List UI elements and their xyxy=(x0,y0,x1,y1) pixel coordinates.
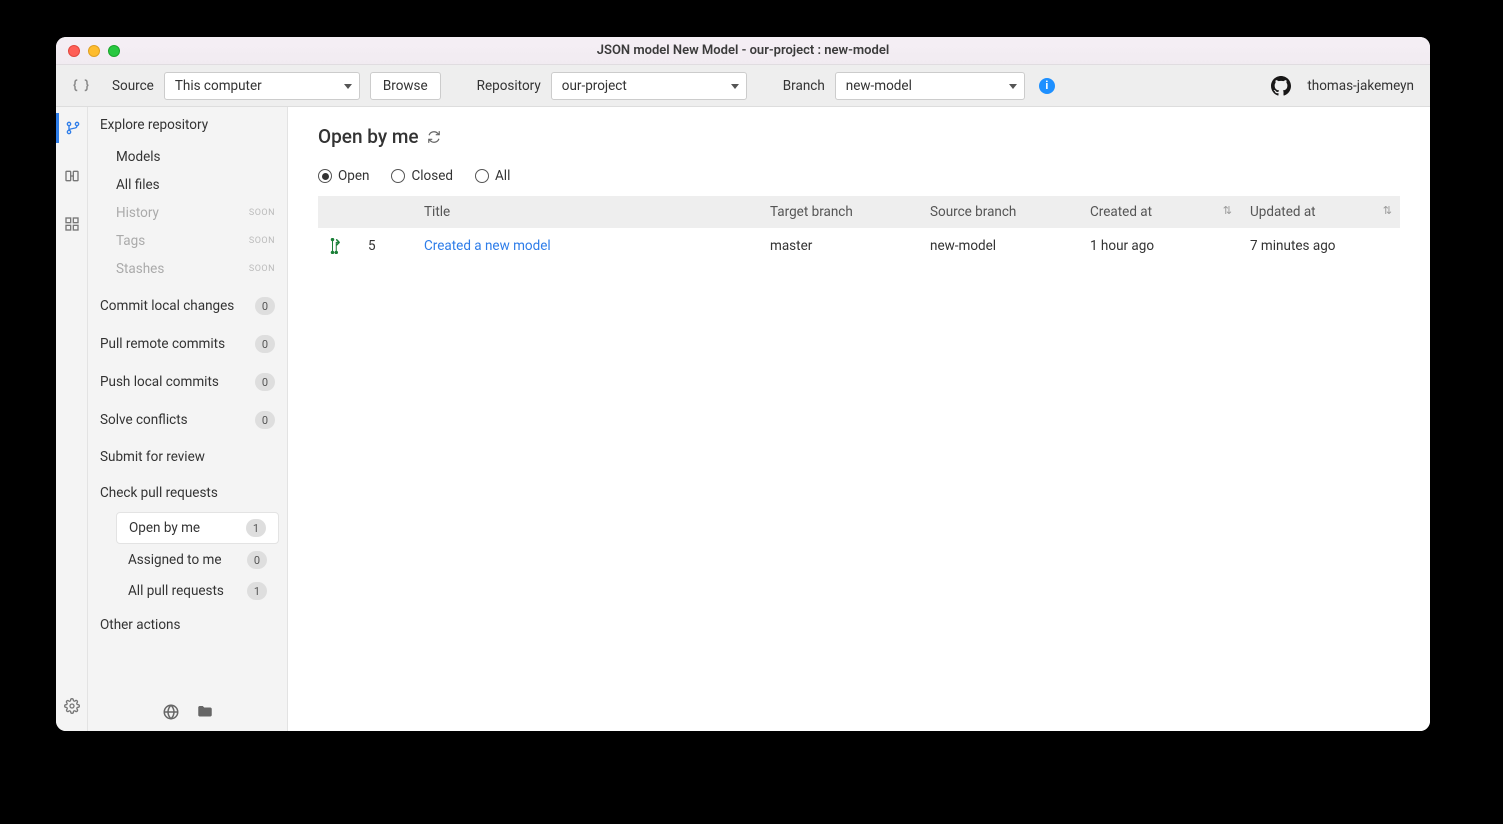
filter-open[interactable]: Open xyxy=(318,168,369,184)
source-select[interactable]: This computer xyxy=(164,72,360,100)
col-created[interactable]: Created at xyxy=(1080,196,1240,228)
pr-target: master xyxy=(760,228,920,264)
col-updated[interactable]: Updated at xyxy=(1240,196,1400,228)
pr-title-link[interactable]: Created a new model xyxy=(424,238,551,254)
username[interactable]: thomas-jakemeyn xyxy=(1307,78,1414,94)
sidebar-item-models[interactable]: Models xyxy=(88,143,287,171)
filter-all[interactable]: All xyxy=(475,168,510,184)
repository-label: Repository xyxy=(477,78,541,94)
sidebar-explore-list: Models All files HistorySOON TagsSOON St… xyxy=(88,143,287,287)
window-title: JSON model New Model - our-project : new… xyxy=(56,43,1430,58)
globe-icon[interactable] xyxy=(162,703,180,721)
sidebar-pr-list: Open by me1 Assigned to me0 All pull req… xyxy=(88,511,287,607)
pull-request-icon xyxy=(328,238,344,254)
sidebar-item-commit[interactable]: Commit local changes0 xyxy=(88,287,287,325)
window-controls xyxy=(68,45,120,57)
minimize-icon[interactable] xyxy=(88,45,100,57)
sidebar-item-history: HistorySOON xyxy=(88,199,287,227)
sidebar: Explore repository Models All files Hist… xyxy=(88,107,288,731)
sidebar-item-other-actions[interactable]: Other actions xyxy=(88,607,287,643)
col-title[interactable]: Title xyxy=(414,196,760,228)
sidebar-item-submit-review[interactable]: Submit for review xyxy=(88,439,287,475)
info-icon[interactable]: i xyxy=(1039,78,1055,94)
filter-radios: Open Closed All xyxy=(318,168,1400,184)
rail-branch-icon[interactable] xyxy=(56,113,88,143)
sidebar-item-tags: TagsSOON xyxy=(88,227,287,255)
toolbar: Source This computer Browse Repository o… xyxy=(56,65,1430,107)
rail-grid-icon[interactable] xyxy=(56,209,88,239)
repository-select[interactable]: our-project xyxy=(551,72,747,100)
main-panel: Open by me Open Closed All Title Target … xyxy=(288,107,1430,731)
titlebar: JSON model New Model - our-project : new… xyxy=(56,37,1430,65)
branch-label: Branch xyxy=(783,78,825,94)
filter-closed[interactable]: Closed xyxy=(391,168,453,184)
pr-source: new-model xyxy=(920,228,1080,264)
sidebar-item-conflicts[interactable]: Solve conflicts0 xyxy=(88,401,287,439)
sidebar-footer xyxy=(88,703,287,721)
sidebar-pr-assigned[interactable]: Assigned to me0 xyxy=(116,545,279,575)
pr-updated: 7 minutes ago xyxy=(1240,228,1400,264)
sidebar-item-all-files[interactable]: All files xyxy=(88,171,287,199)
github-icon xyxy=(1271,76,1291,96)
sidebar-item-pull[interactable]: Pull remote commits0 xyxy=(88,325,287,363)
sidebar-item-stashes: StashesSOON xyxy=(88,255,287,283)
browse-button[interactable]: Browse xyxy=(370,72,441,100)
table-header-row: Title Target branch Source branch Create… xyxy=(318,196,1400,228)
icon-rail xyxy=(56,107,88,731)
app-window: JSON model New Model - our-project : new… xyxy=(56,37,1430,731)
sidebar-item-check-pr[interactable]: Check pull requests xyxy=(88,475,287,511)
maximize-icon[interactable] xyxy=(108,45,120,57)
table-row[interactable]: 5 Created a new model master new-model 1… xyxy=(318,228,1400,264)
pr-icon-cell xyxy=(318,228,358,264)
braces-icon xyxy=(66,77,96,95)
rail-settings-icon[interactable] xyxy=(56,691,88,721)
sidebar-pr-all[interactable]: All pull requests1 xyxy=(116,576,279,606)
refresh-icon[interactable] xyxy=(427,130,441,144)
branch-select[interactable]: new-model xyxy=(835,72,1025,100)
sidebar-pr-open-by-me[interactable]: Open by me1 xyxy=(116,512,279,544)
col-source[interactable]: Source branch xyxy=(920,196,1080,228)
pr-title: Created a new model xyxy=(414,228,760,264)
pr-number: 5 xyxy=(358,228,414,264)
page-title: Open by me xyxy=(318,125,1400,148)
folder-icon[interactable] xyxy=(196,703,214,721)
sidebar-explore-heading[interactable]: Explore repository xyxy=(88,107,287,143)
pr-table: Title Target branch Source branch Create… xyxy=(318,196,1400,264)
rail-compare-icon[interactable] xyxy=(56,161,88,191)
close-icon[interactable] xyxy=(68,45,80,57)
source-label: Source xyxy=(112,78,154,94)
pr-created: 1 hour ago xyxy=(1080,228,1240,264)
col-target[interactable]: Target branch xyxy=(760,196,920,228)
sidebar-item-push[interactable]: Push local commits0 xyxy=(88,363,287,401)
